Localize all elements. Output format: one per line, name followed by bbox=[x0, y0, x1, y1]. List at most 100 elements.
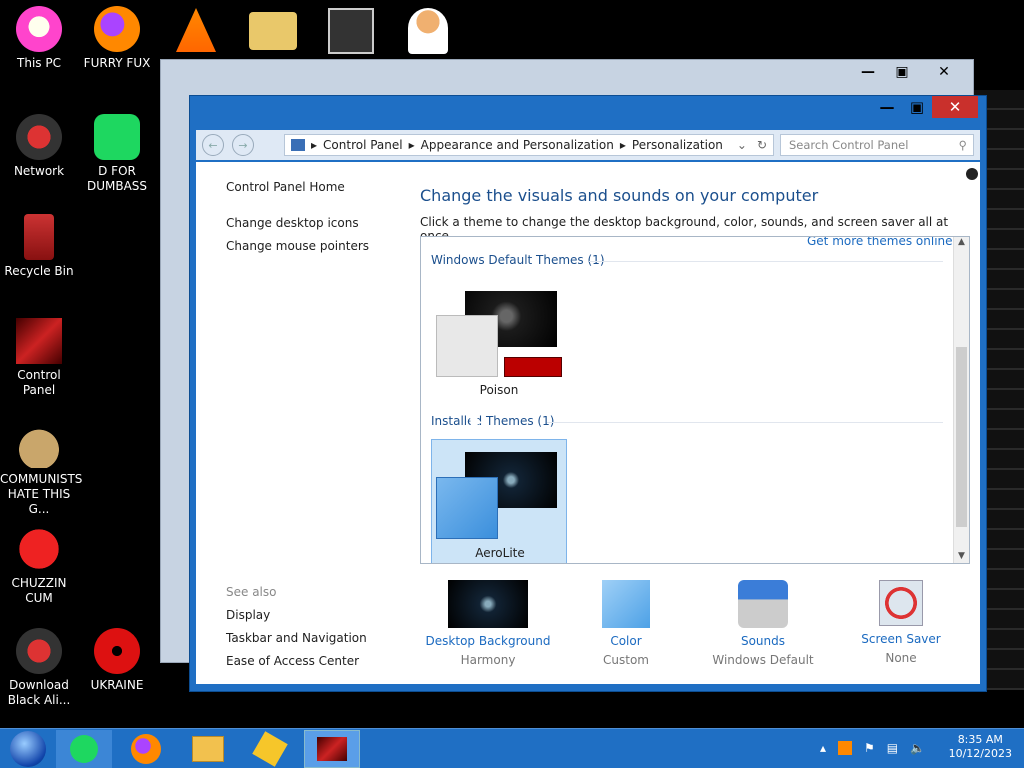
chevron-up-icon[interactable]: ▴ bbox=[820, 741, 826, 755]
close-icon[interactable]: ✕ bbox=[921, 62, 967, 82]
link-change-desktop-icons[interactable]: Change desktop icons bbox=[226, 216, 359, 230]
page-title: Change the visuals and sounds on your co… bbox=[420, 186, 819, 205]
help-icon[interactable] bbox=[966, 168, 978, 180]
screen-saver-value: None bbox=[885, 651, 917, 665]
breadcrumb[interactable]: ▸ Control Panel ▸ Appearance and Persona… bbox=[284, 134, 774, 156]
control-panel-icon bbox=[16, 318, 62, 364]
recycle-bin-icon bbox=[24, 214, 54, 260]
link-control-panel-home[interactable]: Control Panel Home bbox=[226, 180, 345, 194]
search-input[interactable]: Search Control Panel ⚲ bbox=[780, 134, 974, 156]
clock-time: 8:35 AM bbox=[957, 733, 1003, 746]
link-ease-of-access[interactable]: Ease of Access Center bbox=[226, 654, 359, 668]
taskbar-spotify[interactable] bbox=[56, 730, 112, 768]
chevron-right-icon: ▸ bbox=[311, 138, 318, 152]
crumb-control-panel[interactable]: Control Panel bbox=[323, 138, 403, 152]
start-orb-icon bbox=[10, 731, 46, 767]
desktop-icon-label: Control Panel bbox=[17, 368, 61, 397]
sounds-icon bbox=[738, 580, 788, 628]
control-panel-icon bbox=[317, 737, 347, 761]
maze-icon[interactable] bbox=[328, 8, 374, 54]
screen-saver-setting[interactable]: Screen Saver None bbox=[831, 578, 971, 665]
theme-aerolite[interactable]: AeroLite bbox=[431, 439, 567, 563]
vlc-icon[interactable] bbox=[176, 8, 216, 52]
crumb-personalization[interactable]: Personalization bbox=[632, 138, 723, 152]
desktop-icon-label: Recycle Bin bbox=[4, 264, 74, 278]
desktop-icon-label: This PC bbox=[17, 56, 61, 70]
themes-scrollbar[interactable]: ▲ ▼ bbox=[953, 237, 969, 563]
refresh-icon[interactable]: ↻ bbox=[757, 138, 767, 152]
alien-head-icon bbox=[16, 628, 62, 674]
crumb-appearance[interactable]: Appearance and Personalization bbox=[421, 138, 614, 152]
radiation-icon bbox=[94, 628, 140, 674]
back-button[interactable]: ← bbox=[202, 134, 224, 156]
search-icon: ⚲ bbox=[958, 138, 967, 152]
address-bar: ← → ▸ Control Panel ▸ Appearance and Per… bbox=[196, 130, 980, 160]
taskbar-cube-app[interactable] bbox=[242, 730, 298, 768]
chevron-down-icon[interactable]: ⌄ bbox=[737, 138, 747, 152]
network-icon[interactable]: ▤ bbox=[887, 741, 898, 755]
desktop-icon-label: UKRAINE bbox=[90, 678, 144, 692]
sounds-label: Sounds bbox=[740, 634, 786, 648]
minimize-icon[interactable]: — bbox=[853, 62, 883, 82]
clock[interactable]: 8:35 AM 10/12/2023 bbox=[949, 733, 1012, 761]
divider bbox=[589, 261, 943, 262]
taskbar-control-panel[interactable] bbox=[304, 730, 360, 768]
folder-icon bbox=[192, 736, 224, 762]
maximize-icon[interactable]: ▣ bbox=[887, 62, 917, 82]
desktop-icon-label: CHUZZIN CUM bbox=[11, 576, 67, 605]
link-change-mouse-pointers[interactable]: Change mouse pointers bbox=[226, 239, 369, 253]
chevron-up-icon[interactable]: ▲ bbox=[954, 237, 969, 247]
link-display[interactable]: Display bbox=[226, 608, 270, 622]
sounds-setting[interactable]: Sounds Windows Default bbox=[693, 578, 833, 667]
chevron-right-icon: ▸ bbox=[408, 138, 415, 152]
desktop-icon-label: FURRY FUX bbox=[83, 56, 151, 70]
start-button[interactable] bbox=[0, 730, 56, 768]
desktop-icon-recycle-bin[interactable]: Recycle Bin bbox=[0, 214, 78, 279]
color-label: Color bbox=[610, 634, 642, 648]
spotify-icon bbox=[70, 735, 98, 763]
desktop-icon-communists[interactable]: COMMUNISTS HATE THIS G... bbox=[0, 422, 82, 517]
scrollbar-thumb[interactable] bbox=[956, 347, 967, 527]
link-get-more-themes[interactable]: Get more themes online bbox=[807, 237, 953, 248]
content-pane: Control Panel Home Change desktop icons … bbox=[196, 162, 980, 684]
desktop-icon-ukraine[interactable]: UKRAINE bbox=[78, 628, 156, 693]
desktop-icon-furry-fux[interactable]: FURRY FUX bbox=[78, 6, 156, 71]
doctor-icon[interactable] bbox=[408, 8, 448, 54]
color-setting[interactable]: Color Custom bbox=[556, 578, 696, 667]
money-bag-icon bbox=[16, 422, 62, 468]
chevron-down-icon[interactable]: ▼ bbox=[954, 551, 969, 561]
taskbar-firefox[interactable] bbox=[118, 730, 174, 768]
desktop-icon-control-panel[interactable]: Control Panel bbox=[0, 318, 78, 398]
desktop-icon-this-pc[interactable]: This PC bbox=[0, 6, 78, 71]
minimize-button[interactable]: — bbox=[872, 96, 902, 118]
volume-mute-icon[interactable]: 🔈 bbox=[910, 741, 925, 755]
section-default-themes: Windows Default Themes (1) bbox=[431, 253, 605, 267]
desktop-background-setting[interactable]: Desktop Background Harmony bbox=[418, 578, 558, 667]
flag-icon[interactable]: ⚑ bbox=[864, 741, 875, 755]
close-button[interactable]: ✕ bbox=[932, 96, 978, 118]
maximize-button[interactable]: ▣ bbox=[902, 96, 932, 118]
desktop-icon-d-for-dumbass[interactable]: D FOR DUMBASS bbox=[78, 114, 156, 194]
firefox-icon bbox=[131, 734, 161, 764]
desktop-icon-download[interactable]: Download Black Ali... bbox=[0, 628, 78, 708]
desktop-icon-chuzzin[interactable]: CHUZZIN CUM bbox=[0, 526, 78, 606]
theme-name: Poison bbox=[479, 383, 519, 397]
desktop-background-icon bbox=[448, 580, 528, 628]
hxd-icon[interactable] bbox=[249, 12, 297, 50]
themes-list: Get more themes online Windows Default T… bbox=[420, 236, 970, 564]
color-swatch-icon bbox=[602, 580, 650, 628]
color-value: Custom bbox=[603, 653, 649, 667]
desktop-icon-network[interactable]: Network bbox=[0, 114, 78, 179]
theme-poison[interactable]: Poison bbox=[431, 283, 567, 403]
clock-date: 10/12/2023 bbox=[948, 747, 1012, 760]
taskbar-file-explorer[interactable] bbox=[180, 730, 236, 768]
desktop-background-label: Desktop Background bbox=[425, 634, 551, 648]
desktop-icon-label: Download Black Ali... bbox=[7, 678, 71, 707]
link-taskbar-navigation[interactable]: Taskbar and Navigation bbox=[226, 631, 367, 645]
cube-icon bbox=[252, 731, 288, 767]
theme-color-swatch bbox=[436, 477, 498, 539]
firefox-icon bbox=[94, 6, 140, 52]
forward-button[interactable]: → bbox=[232, 134, 254, 156]
app-tray-icon[interactable] bbox=[838, 741, 853, 755]
desktop-background-value: Harmony bbox=[460, 653, 516, 667]
